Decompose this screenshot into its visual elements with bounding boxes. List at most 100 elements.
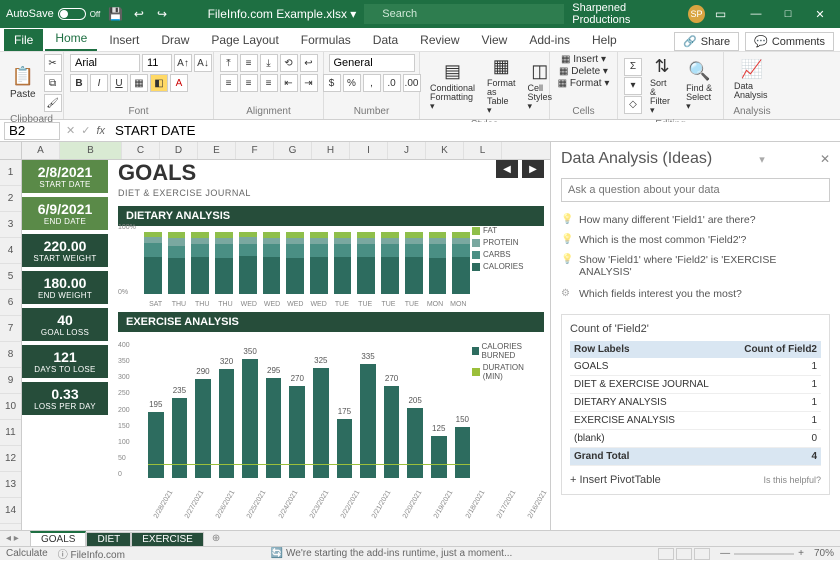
fx-icon[interactable]: fx	[96, 125, 105, 137]
underline-icon[interactable]: U	[110, 74, 128, 92]
comments-button[interactable]: 💬 Comments	[745, 32, 834, 51]
find-select-button[interactable]: 🔍Find & Select ▾	[682, 59, 717, 113]
fill-icon[interactable]: ▾	[624, 77, 642, 95]
sort-filter-button[interactable]: ⇅Sort & Filter ▾	[646, 54, 678, 117]
decrease-indent-icon[interactable]: ⇤	[280, 74, 298, 92]
tab-review[interactable]: Review	[410, 29, 469, 51]
conditional-formatting-button[interactable]: ▤Conditional Formatting ▾	[426, 59, 479, 113]
cut-icon[interactable]: ✂	[44, 54, 62, 72]
tab-formulas[interactable]: Formulas	[291, 29, 361, 51]
percent-icon[interactable]: %	[343, 74, 361, 92]
tab-file[interactable]: File	[4, 29, 43, 51]
formula-bar: ✕ ✓ fx	[0, 120, 840, 142]
copy-icon[interactable]: ⧉	[44, 74, 62, 92]
summary-card: 220.00START WEIGHT	[22, 234, 108, 267]
clear-icon[interactable]: ◇	[624, 96, 642, 114]
align-center-icon[interactable]: ≡	[240, 74, 258, 92]
file-name[interactable]: FileInfo.com Example.xlsx ▾	[208, 7, 357, 21]
align-right-icon[interactable]: ≡	[260, 74, 278, 92]
footer-info: ⓘ FileInfo.com	[58, 546, 125, 561]
name-box[interactable]	[4, 122, 60, 140]
increase-decimal-icon[interactable]: .0	[383, 74, 401, 92]
maximize-button[interactable]: □	[774, 4, 802, 24]
suggestion-header[interactable]: Which fields interest you the most?	[561, 282, 830, 306]
format-painter-icon[interactable]: 🖌	[44, 94, 62, 112]
font-size-select[interactable]	[142, 54, 172, 72]
status-left: Calculate	[6, 548, 48, 559]
align-left-icon[interactable]: ≡	[220, 74, 238, 92]
normal-view-icon[interactable]	[658, 548, 674, 560]
sheet-tab-exercise[interactable]: EXERCISE	[131, 532, 204, 546]
format-cells-button[interactable]: ▦ Format ▾	[558, 78, 610, 89]
increase-indent-icon[interactable]: ⇥	[300, 74, 318, 92]
align-top-icon[interactable]: ⤒	[220, 54, 238, 72]
font-color-icon[interactable]: A	[170, 74, 188, 92]
wrap-text-icon[interactable]: ↩	[300, 54, 318, 72]
font-name-select[interactable]	[70, 54, 140, 72]
suggestion-item[interactable]: How many different 'Field1' are there?	[561, 210, 830, 230]
tab-insert[interactable]: Insert	[99, 29, 149, 51]
avatar[interactable]: SP	[688, 5, 705, 23]
insert-pivot-button[interactable]: + Insert PivotTable	[570, 474, 661, 486]
save-icon[interactable]: 💾	[108, 6, 123, 22]
ideas-ask-input[interactable]	[561, 178, 830, 202]
bold-icon[interactable]: B	[70, 74, 88, 92]
autosum-icon[interactable]: Σ	[624, 58, 642, 76]
ribbon: 📋Paste ✂ ⧉ 🖌 Clipboard A↑ A↓ B I U ▦ ◧	[0, 52, 840, 120]
search-input[interactable]	[364, 4, 564, 24]
tab-data[interactable]: Data	[363, 29, 408, 51]
align-middle-icon[interactable]: ≡	[240, 54, 258, 72]
close-button[interactable]: ✕	[806, 4, 834, 24]
status-bar: Calculate ⓘ FileInfo.com 🔄 We're startin…	[0, 546, 840, 560]
grow-font-icon[interactable]: A↑	[174, 54, 192, 72]
formula-input[interactable]	[111, 122, 836, 140]
tab-help[interactable]: Help	[582, 29, 627, 51]
redo-icon[interactable]: ↪	[154, 6, 169, 22]
prev-arrow-button[interactable]: ◀	[496, 160, 518, 178]
share-button[interactable]: 🔗 Share	[674, 32, 739, 51]
page-break-view-icon[interactable]	[694, 548, 710, 560]
column-headers: A B C D E F G H I J K L	[0, 142, 550, 160]
shrink-font-icon[interactable]: A↓	[194, 54, 212, 72]
enter-formula-icon[interactable]: ✓	[81, 124, 90, 137]
next-arrow-button[interactable]: ▶	[522, 160, 544, 178]
border-icon[interactable]: ▦	[130, 74, 148, 92]
tab-addins[interactable]: Add-ins	[519, 29, 580, 51]
helpful-link[interactable]: Is this helpful?	[763, 475, 821, 485]
delete-cells-button[interactable]: ▦ Delete ▾	[559, 66, 608, 77]
paste-button[interactable]: 📋Paste	[6, 64, 40, 102]
sheet-tab-diet[interactable]: DIET	[86, 532, 131, 546]
sheet-tabs: ◂ ▸ GOALS DIET EXERCISE ⊕	[0, 530, 840, 546]
suggestion-item[interactable]: Which is the most common 'Field2'?	[561, 230, 830, 250]
new-sheet-button[interactable]: ⊕	[204, 533, 228, 544]
page-layout-view-icon[interactable]	[676, 548, 692, 560]
tab-draw[interactable]: Draw	[151, 29, 199, 51]
comma-icon[interactable]: ,	[363, 74, 381, 92]
orientation-icon[interactable]: ⟲	[280, 54, 298, 72]
align-bottom-icon[interactable]: ⤓	[260, 54, 278, 72]
decrease-decimal-icon[interactable]: .00	[403, 74, 421, 92]
worksheet-grid[interactable]: A B C D E F G H I J K L 1234567891011121…	[0, 142, 550, 530]
undo-icon[interactable]: ↩	[131, 6, 146, 22]
currency-icon[interactable]: $	[323, 74, 341, 92]
format-as-table-button[interactable]: ▦Format as Table ▾	[483, 54, 520, 117]
data-analysis-button[interactable]: 📈Data Analysis	[730, 57, 774, 102]
tab-page-layout[interactable]: Page Layout	[201, 29, 288, 51]
insert-cells-button[interactable]: ▦ Insert ▾	[561, 54, 606, 65]
suggestion-item[interactable]: Show 'Field1' where 'Field2' is 'EXERCIS…	[561, 250, 830, 282]
sheet-tab-goals[interactable]: GOALS	[30, 531, 86, 546]
ribbon-tabs: File Home Insert Draw Page Layout Formul…	[0, 28, 840, 52]
fill-color-icon[interactable]: ◧	[150, 74, 168, 92]
ribbon-mode-icon[interactable]: ▭	[713, 6, 728, 22]
zoom-level[interactable]: 70%	[814, 548, 834, 559]
org-name: Sharpened Productions	[572, 2, 680, 26]
tab-home[interactable]: Home	[45, 27, 97, 51]
autosave-toggle[interactable]: AutoSave Off	[6, 8, 100, 20]
number-format-select[interactable]	[329, 54, 415, 72]
italic-icon[interactable]: I	[90, 74, 108, 92]
tab-view[interactable]: View	[472, 29, 518, 51]
cancel-formula-icon[interactable]: ✕	[66, 124, 75, 137]
minimize-button[interactable]: —	[742, 4, 770, 24]
close-ideas-icon[interactable]: ✕	[820, 152, 830, 166]
zoom-slider[interactable]: — +	[720, 548, 804, 559]
